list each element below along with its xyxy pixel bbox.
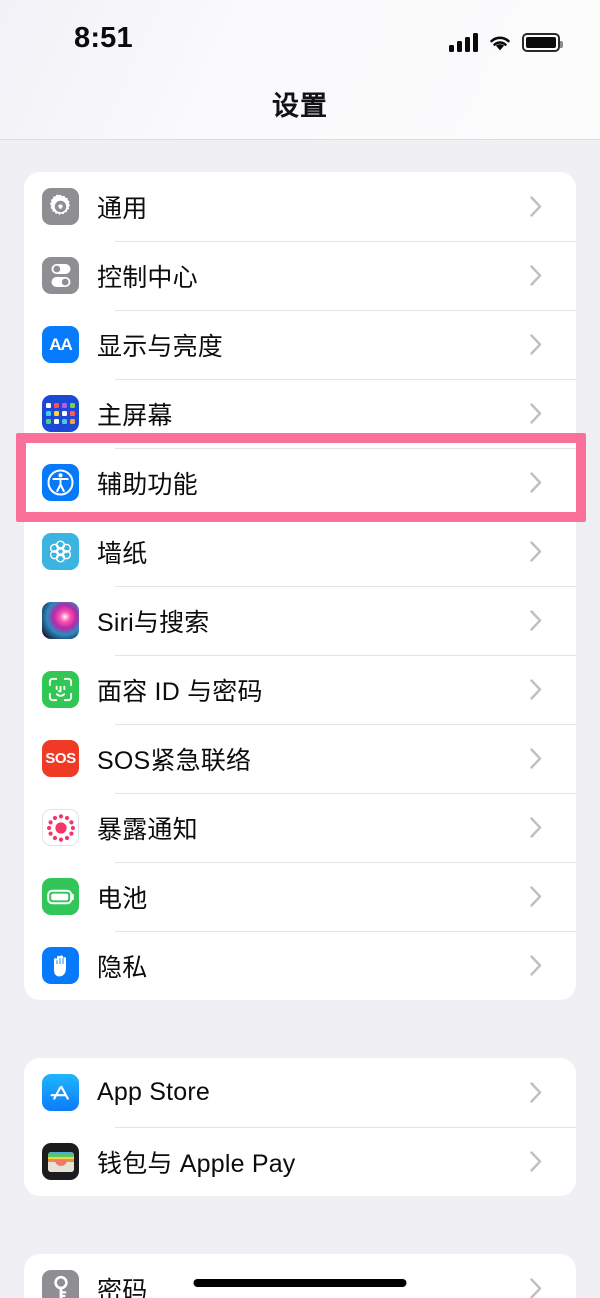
chevron-right-icon xyxy=(530,334,542,355)
chevron-right-icon xyxy=(530,886,542,907)
accessibility-icon xyxy=(42,464,79,501)
settings-row-wallpaper[interactable]: 墙纸 xyxy=(24,517,576,586)
chevron-right-icon xyxy=(530,817,542,838)
settings-row-label: 通用 xyxy=(97,194,148,223)
chevron-right-icon xyxy=(530,610,542,631)
settings-row-battery[interactable]: 电池 xyxy=(24,862,576,931)
chevron-right-icon xyxy=(530,955,542,976)
control-center-icon xyxy=(42,257,79,294)
display-brightness-icon: AA xyxy=(42,326,79,363)
settings-row-label: 辅助功能 xyxy=(97,470,198,499)
settings-row-label: 面容 ID 与密码 xyxy=(97,677,263,706)
settings-row-label: 暴露通知 xyxy=(97,815,198,844)
settings-row-accessibility[interactable]: 辅助功能 xyxy=(24,448,576,517)
page-title: 设置 xyxy=(272,91,328,121)
chevron-right-icon xyxy=(530,472,542,493)
settings-row-label: 控制中心 xyxy=(97,263,198,292)
navigation-header: 8:51 设置 xyxy=(0,0,600,140)
settings-row-home-screen[interactable]: 主屏幕 xyxy=(24,379,576,448)
settings-row-label: Siri与搜索 xyxy=(97,608,210,637)
settings-row-label: 墙纸 xyxy=(97,539,148,568)
iphone-settings-screen: 8:51 设置 通用 控制中心 AA 显示与亮度 主屏幕 辅助功能 墙纸 Sir… xyxy=(0,0,600,1298)
settings-row-privacy[interactable]: 隐私 xyxy=(24,931,576,1000)
home-screen-icon xyxy=(42,395,79,432)
settings-group-store: App Store 钱包与 Apple Pay xyxy=(24,1058,576,1196)
siri-icon xyxy=(42,602,79,639)
wifi-icon xyxy=(490,36,510,51)
settings-row-general[interactable]: 通用 xyxy=(24,172,576,241)
cellular-signal-icon xyxy=(449,33,478,52)
aa-glyph: AA xyxy=(49,334,73,354)
settings-row-wallet-apple-pay[interactable]: 钱包与 Apple Pay xyxy=(24,1127,576,1196)
settings-row-emergency-sos[interactable]: SOS SOS紧急联络 xyxy=(24,724,576,793)
key-icon xyxy=(42,1270,79,1298)
settings-row-control-center[interactable]: 控制中心 xyxy=(24,241,576,310)
settings-row-label: 钱包与 Apple Pay xyxy=(97,1149,296,1178)
wallpaper-icon xyxy=(42,533,79,570)
sos-icon: SOS xyxy=(42,740,79,777)
exposure-notification-icon xyxy=(42,809,79,846)
settings-row-siri-search[interactable]: Siri与搜索 xyxy=(24,586,576,655)
settings-row-label: 主屏幕 xyxy=(97,401,173,430)
settings-list[interactable]: 通用 控制中心 AA 显示与亮度 主屏幕 辅助功能 墙纸 Siri与搜索 面容 … xyxy=(0,141,600,1298)
group-spacer-1 xyxy=(0,1000,600,1058)
sos-glyph: SOS xyxy=(45,750,76,767)
app-store-icon xyxy=(42,1074,79,1111)
list-top-spacer xyxy=(0,141,600,172)
settings-group-accounts: 密码 xyxy=(24,1254,576,1298)
settings-row-face-id[interactable]: 面容 ID 与密码 xyxy=(24,655,576,724)
group-spacer-2 xyxy=(0,1196,600,1254)
chevron-right-icon xyxy=(530,196,542,217)
chevron-right-icon xyxy=(530,403,542,424)
chevron-right-icon xyxy=(530,541,542,562)
settings-row-label: App Store xyxy=(97,1078,210,1106)
chevron-right-icon xyxy=(530,1151,542,1172)
settings-row-exposure-notifications[interactable]: 暴露通知 xyxy=(24,793,576,862)
settings-row-app-store[interactable]: App Store xyxy=(24,1058,576,1127)
chevron-right-icon xyxy=(530,265,542,286)
chevron-right-icon xyxy=(530,1082,542,1103)
battery-icon xyxy=(42,878,79,915)
chevron-right-icon xyxy=(530,679,542,700)
face-id-icon xyxy=(42,671,79,708)
wallet-icon xyxy=(42,1143,79,1180)
settings-row-label: 隐私 xyxy=(97,953,148,982)
status-bar-indicators xyxy=(449,28,563,52)
app-grid-glyph xyxy=(45,402,76,425)
status-bar-clock: 8:51 xyxy=(74,22,133,54)
wallet-card-glyph xyxy=(47,1151,74,1172)
settings-row-label: SOS紧急联络 xyxy=(97,746,252,775)
settings-row-label: 电池 xyxy=(97,884,148,913)
status-bar: 8:51 xyxy=(0,0,600,70)
settings-group-system: 通用 控制中心 AA 显示与亮度 主屏幕 辅助功能 墙纸 Siri与搜索 面容 … xyxy=(24,172,576,1000)
settings-row-display-brightness[interactable]: AA 显示与亮度 xyxy=(24,310,576,379)
settings-row-passwords[interactable]: 密码 xyxy=(24,1254,576,1298)
battery-full-icon xyxy=(522,33,563,52)
chevron-right-icon xyxy=(530,748,542,769)
home-indicator xyxy=(193,1279,407,1287)
chevron-right-icon xyxy=(530,1278,542,1298)
gear-icon xyxy=(42,188,79,225)
privacy-hand-icon xyxy=(42,947,79,984)
settings-row-label: 显示与亮度 xyxy=(97,332,224,361)
